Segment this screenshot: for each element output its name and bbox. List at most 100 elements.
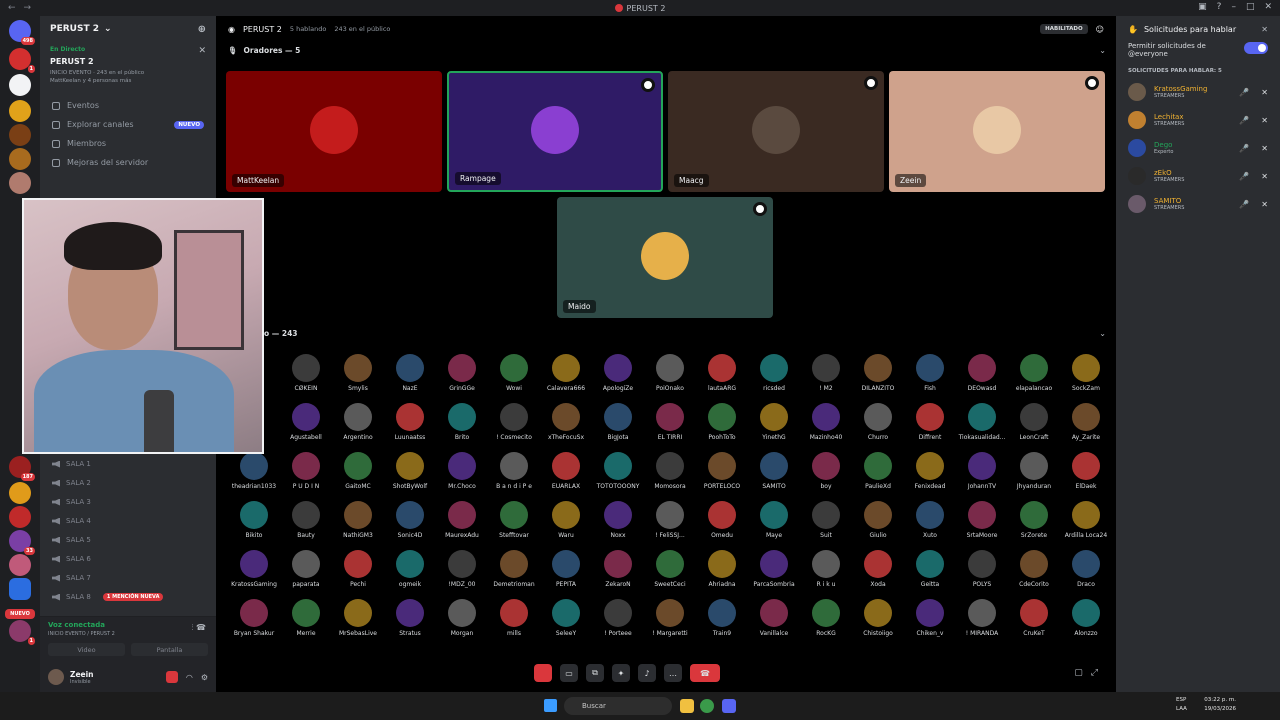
audience-member[interactable]: Sonic4D xyxy=(384,501,436,539)
audience-member[interactable]: Xuto xyxy=(904,501,956,539)
direct-messages-icon[interactable]: 498 xyxy=(9,20,35,45)
audience-member[interactable]: Chiken_v xyxy=(904,599,956,637)
voice-channel[interactable]: SALA 4 xyxy=(52,517,91,525)
audience-member[interactable]: GrinGGe xyxy=(436,354,488,392)
audience-member[interactable]: BigJota xyxy=(592,403,644,441)
audience-member[interactable]: CØKEIN xyxy=(280,354,332,392)
server-icon[interactable] xyxy=(9,482,31,504)
soundboard-icon[interactable]: ♪ xyxy=(638,664,656,682)
server-folder-icon[interactable] xyxy=(9,578,31,600)
gear-icon[interactable]: ⚙ xyxy=(201,673,208,682)
voice-channel[interactable]: SALA 1 xyxy=(52,460,91,468)
language-indicator[interactable]: ESP LAA xyxy=(1176,696,1187,714)
audience-member[interactable]: Suit xyxy=(800,501,852,539)
discord-icon[interactable] xyxy=(722,699,736,713)
menu-item-eventos[interactable]: Eventos xyxy=(40,96,216,115)
audience-member[interactable]: Ahriadna xyxy=(696,550,748,588)
menu-item-explorar[interactable]: Explorar canales NUEVO xyxy=(40,115,216,134)
clock[interactable]: 03:22 p. m. 19/03/2026 xyxy=(1204,696,1236,714)
audience-member[interactable]: Waru xyxy=(540,501,592,539)
audience-member[interactable]: Mazinho40 xyxy=(800,403,852,441)
audience-member[interactable]: ! Porteee xyxy=(592,599,644,637)
audience-member[interactable]: Stratus xyxy=(384,599,436,637)
audience-member[interactable]: Chistoiigo xyxy=(852,599,904,637)
dismiss-icon[interactable]: ✕ xyxy=(1261,200,1268,209)
audience-member[interactable]: Bryan Shakur xyxy=(228,599,280,637)
audience-member[interactable]: DILANZITO xyxy=(852,354,904,392)
close-button[interactable]: ✕ xyxy=(1264,2,1272,12)
maximize-button[interactable]: □ xyxy=(1246,2,1255,12)
audience-member[interactable]: ! M2 xyxy=(800,354,852,392)
members-icon[interactable]: ☺ xyxy=(1096,25,1104,34)
audience-member[interactable]: Argentino xyxy=(332,403,384,441)
server-icon[interactable] xyxy=(9,148,31,170)
audience-member[interactable]: CruKeT xyxy=(1008,599,1060,637)
audience-member[interactable]: MaurexAdu xyxy=(436,501,488,539)
audience-member[interactable]: CdeCorito xyxy=(1008,550,1060,588)
audience-member[interactable]: PoiOnako xyxy=(644,354,696,392)
audience-member[interactable]: Stefftovar xyxy=(488,501,540,539)
audience-member[interactable]: B a n d i P e xyxy=(488,452,540,490)
chevron-down-icon[interactable]: ⌄ xyxy=(1099,329,1106,338)
more-options-icon[interactable] xyxy=(753,202,767,216)
speak-request-row[interactable]: SAMITO STREAMERS 🎤 ✕ xyxy=(1116,190,1280,218)
taskbar-search[interactable]: Buscar xyxy=(564,697,672,715)
server-icon[interactable] xyxy=(9,100,31,122)
more-options-icon[interactable] xyxy=(1085,76,1099,90)
audience-member[interactable]: SeleeY xyxy=(540,599,592,637)
audience-member[interactable]: Brito xyxy=(436,403,488,441)
close-icon[interactable]: ✕ xyxy=(198,46,206,56)
voice-channel[interactable]: SALA 6 xyxy=(52,555,91,563)
audience-member[interactable]: Calavera666 xyxy=(540,354,592,392)
audience-member[interactable]: Momosora xyxy=(644,452,696,490)
audience-member[interactable]: KratossGaming xyxy=(228,550,280,588)
audience-member[interactable]: Tiokasualidad... xyxy=(956,403,1008,441)
menu-item-miembros[interactable]: Miembros xyxy=(40,134,216,153)
speaker-tile[interactable]: MattKeelan xyxy=(226,71,442,192)
audience-member[interactable]: ogmeik xyxy=(384,550,436,588)
audience-member[interactable]: Morgan xyxy=(436,599,488,637)
voice-channel[interactable]: SALA 7 xyxy=(52,574,91,582)
audience-member[interactable]: elapalancao xyxy=(1008,354,1060,392)
audience-member[interactable]: Xoda xyxy=(852,550,904,588)
server-icon[interactable] xyxy=(9,172,31,194)
audience-member[interactable]: DEOwasd xyxy=(956,354,1008,392)
camera-icon[interactable]: ▭ xyxy=(560,664,578,682)
audience-member[interactable]: ! Margaretti xyxy=(644,599,696,637)
audience-member[interactable]: ZekaroN xyxy=(592,550,644,588)
audience-member[interactable]: Maye xyxy=(748,501,800,539)
invite-to-speak-icon[interactable]: 🎤 xyxy=(1239,88,1249,97)
audience-member[interactable]: Fenixdead xyxy=(904,452,956,490)
audience-member[interactable]: POLYS xyxy=(956,550,1008,588)
speaker-tile[interactable]: Zeein xyxy=(889,71,1105,192)
headphones-icon[interactable]: ◠ xyxy=(186,673,193,682)
audience-member[interactable]: Agustabell xyxy=(280,403,332,441)
audience-member[interactable]: Diffrent xyxy=(904,403,956,441)
server-header[interactable]: PERUST 2 ⌄ ⊕ xyxy=(40,16,216,42)
audience-member[interactable]: EUARLAX xyxy=(540,452,592,490)
server-icon[interactable] xyxy=(9,554,31,576)
audience-member[interactable]: SrZorete xyxy=(1008,501,1060,539)
file-explorer-icon[interactable] xyxy=(680,699,694,713)
audience-member[interactable]: NazE xyxy=(384,354,436,392)
audience-member[interactable]: Ardilla Loca24 xyxy=(1060,501,1112,539)
audience-member[interactable]: Pechi xyxy=(332,550,384,588)
dismiss-icon[interactable]: ✕ xyxy=(1261,116,1268,125)
audience-member[interactable]: NathiGM3 xyxy=(332,501,384,539)
speaker-tile[interactable]: Rampage xyxy=(447,71,663,192)
audience-member[interactable]: Bikito xyxy=(228,501,280,539)
video-button[interactable]: Video xyxy=(48,643,125,656)
audience-member[interactable]: Luunaatss xyxy=(384,403,436,441)
invite-to-speak-icon[interactable]: 🎤 xyxy=(1239,172,1249,181)
fullscreen-icon[interactable]: ▢⤢ xyxy=(1074,668,1106,678)
invite-to-speak-icon[interactable]: 🎤 xyxy=(1239,116,1249,125)
speak-request-row[interactable]: Dego Experto 🎤 ✕ xyxy=(1116,134,1280,162)
chevron-down-icon[interactable]: ⌄ xyxy=(1099,46,1106,55)
audience-member[interactable]: lautaARG xyxy=(696,354,748,392)
audience-member[interactable]: ricsded xyxy=(748,354,800,392)
help-icon[interactable]: ? xyxy=(1217,2,1222,12)
audience-member[interactable]: Churro xyxy=(852,403,904,441)
audience-member[interactable]: Fish xyxy=(904,354,956,392)
audience-member[interactable]: SrtaMoore xyxy=(956,501,1008,539)
event-banner[interactable]: En Directo PERUST 2 INICIO EVENTO · 243 … xyxy=(46,42,210,88)
